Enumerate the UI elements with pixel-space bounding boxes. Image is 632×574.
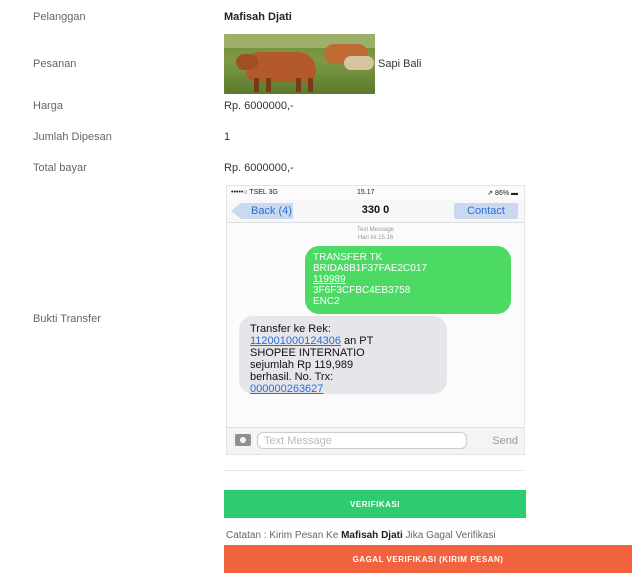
value-total: Rp. 6000000,- [224, 162, 294, 174]
value-pesanan: Sapi Bali [378, 58, 422, 70]
recv-line: sejumlah Rp 119,989 [250, 359, 354, 371]
clock-text: 15.17 [357, 189, 375, 196]
label-jumlah: Jumlah Dipesan [33, 131, 112, 143]
sent-line-link: 119989 [313, 274, 346, 285]
sent-message-bubble: TRANSFER TK BRIDA8B1F37FAE2C017 119989 3… [305, 246, 511, 314]
label-harga: Harga [33, 100, 63, 112]
account-number-link: 112001000124306 [250, 335, 341, 347]
sent-line: ENC2 [313, 296, 340, 307]
sent-line: 3F6F3CFBC4EB3758 [313, 285, 411, 296]
product-image [224, 34, 375, 94]
value-harga: Rp. 6000000,- [224, 100, 294, 112]
note-text: Catatan : Kirim Pesan Ke Mafisah Djati J… [226, 530, 496, 541]
value-jumlah: 1 [224, 131, 231, 143]
recv-line-rest: an PT [340, 335, 374, 347]
camera-icon [235, 434, 251, 446]
carrier-text: •••••○ TSEL 3G [231, 189, 278, 196]
message-timestamp: Text Message Hari ini 15.16 [227, 226, 524, 242]
text-message-header: Text Message [356, 227, 395, 233]
label-bukti-transfer: Bukti Transfer [33, 313, 101, 325]
recv-line: SHOPEE INTERNATIO [250, 347, 365, 359]
battery-text: ⇗ 86% ▬ [487, 190, 518, 197]
phone-nav-bar: Back (4) 330 0 Contact [227, 200, 524, 223]
recv-line: berhasil. No. Trx: [250, 371, 334, 383]
divider [224, 470, 524, 471]
send-button: Send [492, 435, 518, 447]
text-message-date: Hari ini 15.16 [357, 235, 394, 241]
note-customer-name: Mafisah Djati [341, 530, 403, 541]
sent-line: BRIDA8B1F37FAE2C017 [313, 263, 427, 274]
phone-input-bar: Text Message Send [227, 427, 524, 454]
received-message-bubble: Transfer ke Rek: 112001000124306 an PT S… [239, 316, 447, 395]
message-input: Text Message [257, 432, 467, 449]
note-suffix: Jika Gagal Verifikasi [402, 530, 496, 541]
fail-verification-button[interactable]: GAGAL VERIFIKASI (KIRIM PESAN) [224, 545, 632, 573]
transfer-proof-image[interactable]: •••••○ TSEL 3G 15.17 ⇗ 86% ▬ Back (4) 33… [226, 185, 525, 455]
label-pesanan: Pesanan [33, 58, 77, 70]
sent-line: TRANSFER TK [313, 252, 383, 263]
value-pelanggan: Mafisah Djati [224, 11, 292, 23]
contact-button: Contact [454, 203, 518, 219]
label-pelanggan: Pelanggan [33, 11, 86, 23]
trx-number-link: 000000263627 [250, 383, 324, 395]
note-prefix: Catatan : Kirim Pesan Ke [226, 530, 342, 541]
label-total: Total bayar [33, 162, 87, 174]
phone-status-bar: •••••○ TSEL 3G 15.17 ⇗ 86% ▬ [227, 186, 524, 200]
recv-line: Transfer ke Rek: [250, 323, 331, 335]
verify-button[interactable]: VERIFIKASI [224, 490, 526, 518]
recv-line: 112001000124306 an PT [250, 335, 436, 347]
